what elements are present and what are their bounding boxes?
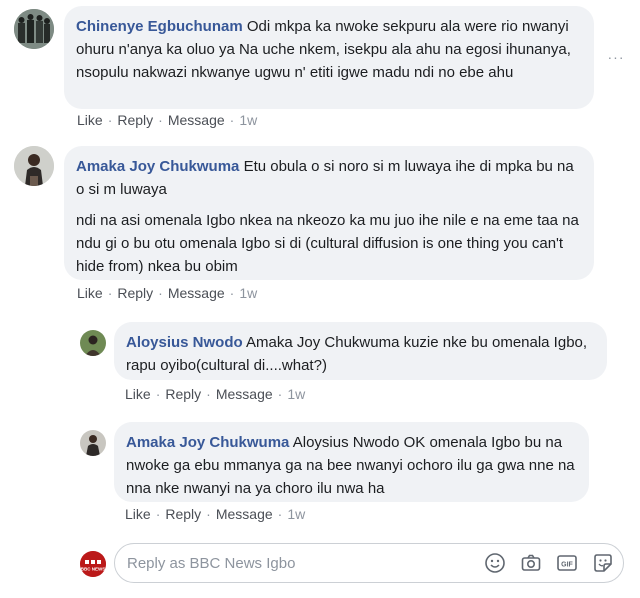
like-link[interactable]: Like [77,112,103,128]
timestamp[interactable]: 1w [287,506,305,522]
svg-text:GIF: GIF [561,562,573,569]
like-link[interactable]: Like [77,285,103,301]
brand-logo-text: BBC NEWS [81,567,106,572]
like-link[interactable]: Like [125,386,151,402]
avatar: BBC NEWS [80,551,106,577]
reply-bubble: Amaka Joy Chukwuma Aloysius Nwodo OK ome… [114,422,589,502]
avatar[interactable] [80,430,106,456]
reply-link[interactable]: Reply [117,112,153,128]
message-link[interactable]: Message [216,506,273,522]
timestamp[interactable]: 1w [287,386,305,402]
message-link[interactable]: Message [216,386,273,402]
comment-actions: Like · Reply · Message · 1w [77,112,258,128]
reply-link[interactable]: Reply [165,386,201,402]
comment-actions: Like · Reply · Message · 1w [77,285,258,301]
gif-icon[interactable]: GIF [556,552,578,574]
reply-input[interactable] [127,544,467,582]
reply-composer[interactable]: GIF [114,543,624,583]
avatar[interactable] [80,330,106,356]
emoji-icon[interactable] [484,552,506,574]
comment-author[interactable]: Aloysius Nwodo [126,334,243,351]
comment-bubble: Amaka Joy Chukwuma Etu obula o si noro s… [64,146,594,280]
message-link[interactable]: Message [168,112,225,128]
comment-author[interactable]: Amaka Joy Chukwuma [126,434,289,451]
comment-actions: Like · Reply · Message · 1w [125,386,306,402]
comment-bubble: Chinenye Egbuchunam Odi mkpa ka nwoke se… [64,6,594,109]
reply-link[interactable]: Reply [117,285,153,301]
timestamp[interactable]: 1w [239,112,257,128]
timestamp[interactable]: 1w [239,285,257,301]
more-options-icon[interactable]: ··· [603,50,629,64]
camera-icon[interactable] [520,552,542,574]
comment-text: ndi na asi omenala Igbo nkea na nkeozo k… [76,212,579,275]
comment-actions: Like · Reply · Message · 1w [125,506,306,522]
avatar[interactable] [14,146,54,186]
comment-author[interactable]: Amaka Joy Chukwuma [76,158,239,175]
like-link[interactable]: Like [125,506,151,522]
reply-link[interactable]: Reply [165,506,201,522]
reply-bubble: Aloysius Nwodo Amaka Joy Chukwuma kuzie … [114,322,607,380]
avatar[interactable] [14,9,54,49]
comment-author[interactable]: Chinenye Egbuchunam [76,18,243,35]
message-link[interactable]: Message [168,285,225,301]
sticker-icon[interactable] [592,552,614,574]
